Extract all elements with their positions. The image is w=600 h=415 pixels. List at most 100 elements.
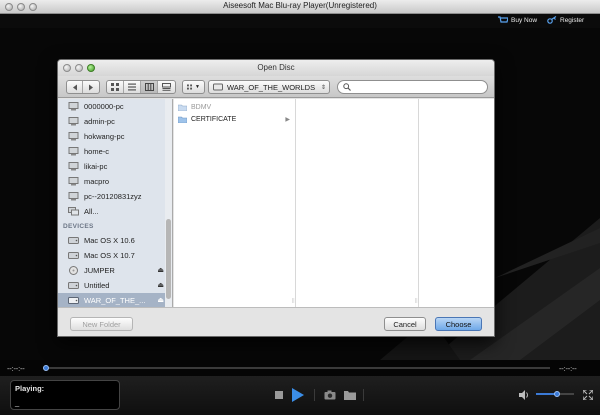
sidebar-scrollbar[interactable] <box>165 99 172 307</box>
play-icon <box>292 388 304 402</box>
file-item-label: BDMV <box>191 103 212 111</box>
computer-icon <box>68 132 79 141</box>
icon-view-button[interactable] <box>107 81 124 93</box>
file-item-bdmv[interactable]: BDMV <box>178 101 290 113</box>
drive-icon <box>213 83 223 91</box>
drive-icon <box>68 252 79 259</box>
open-disc-dialog: Open Disc ▼ WAR_OF_THE_WORLDS ⇕ 0000000-… <box>57 59 495 337</box>
sidebar-item-untitled[interactable]: Untitled ⏏ <box>58 278 168 293</box>
register-label: Register <box>560 16 585 24</box>
computer-icon <box>68 102 79 111</box>
computer-icon <box>68 147 79 156</box>
sidebar-item-all[interactable]: All... <box>58 204 168 219</box>
sidebar-item-label: 0000000-pc <box>84 102 124 111</box>
column-view-button[interactable] <box>141 81 158 93</box>
columns-icon <box>144 83 154 91</box>
sidebar-item-hokwang-pc[interactable]: hokwang-pc <box>58 129 168 144</box>
sidebar-item-admin-pc[interactable]: admin-pc <box>58 114 168 129</box>
chevron-left-icon <box>72 84 77 90</box>
sidebar-item-label: pc--20120831zyz <box>84 192 142 201</box>
column-resize-handle[interactable]: || <box>292 298 295 304</box>
sidebar-scroll-thumb[interactable] <box>166 219 171 299</box>
location-popup[interactable]: WAR_OF_THE_WORLDS ⇕ <box>208 80 330 94</box>
speaker-icon <box>518 389 528 400</box>
sidebar-item-label: admin-pc <box>84 117 115 126</box>
folder-icon <box>343 390 356 400</box>
sidebar-item-pc-20120831zyz[interactable]: pc--20120831zyz <box>58 189 168 204</box>
list-icon <box>128 83 136 91</box>
disc-icon <box>69 266 78 275</box>
sidebar-item-jumper[interactable]: JUMPER ⏏ <box>58 263 168 278</box>
sidebar-item-label: home-c <box>84 147 110 156</box>
arrange-menu[interactable]: ▼ <box>182 80 205 94</box>
computer-icon <box>68 117 79 126</box>
sidebar-item-war-of-the-worlds[interactable]: WAR_OF_THE_... ⏏ <box>58 293 168 307</box>
window-titlebar: Aiseesoft Mac Blu-ray Player(Unregistere… <box>0 0 600 14</box>
sidebar-item-label: Mac OS X 10.6 <box>84 236 135 245</box>
sidebar-item-label: macpro <box>84 177 110 186</box>
arrange-icon <box>187 84 193 90</box>
column-resize-handle[interactable]: || <box>415 298 418 304</box>
drive-icon <box>68 297 79 304</box>
devices-header: DEVICES <box>63 223 94 230</box>
buy-now-button[interactable]: Buy Now <box>498 16 537 24</box>
forward-button[interactable] <box>83 81 99 93</box>
cancel-button[interactable]: Cancel <box>384 317 426 331</box>
sidebar-item-macpro[interactable]: macpro <box>58 174 168 189</box>
search-input[interactable] <box>337 80 488 94</box>
time-row: --:--:-- --:--:-- <box>0 360 600 376</box>
browser-column-1: BDMV CERTIFICATE ▶ || <box>174 99 296 307</box>
stop-button[interactable] <box>274 390 284 400</box>
divider <box>314 389 315 401</box>
sidebar-item-likai-pc[interactable]: likai-pc <box>58 159 168 174</box>
sidebar-item-mac-os-x-10-7[interactable]: Mac OS X 10.7 <box>58 248 168 263</box>
nav-back-forward <box>66 80 100 94</box>
dialog-titlebar: Open Disc <box>58 60 494 76</box>
back-button[interactable] <box>67 81 84 93</box>
volume-slider[interactable] <box>536 391 574 397</box>
fullscreen-button[interactable] <box>582 389 593 400</box>
search-icon <box>343 83 351 91</box>
file-item-certificate[interactable]: CERTIFICATE ▶ <box>178 113 290 125</box>
stop-icon <box>275 391 283 399</box>
total-time: --:--:-- <box>559 364 577 373</box>
choose-button[interactable]: Choose <box>435 317 482 331</box>
computer-icon <box>68 162 79 171</box>
list-view-button[interactable] <box>124 81 141 93</box>
progress-knob[interactable] <box>43 365 49 371</box>
new-folder-button[interactable]: New Folder <box>70 317 133 331</box>
elapsed-time: --:--:-- <box>7 364 25 373</box>
coverflow-icon <box>162 83 171 91</box>
eject-icon[interactable]: ⏏ <box>157 296 164 304</box>
open-folder-button[interactable] <box>343 389 356 400</box>
register-button[interactable]: Register <box>547 16 584 24</box>
snapshot-button[interactable] <box>323 389 336 400</box>
sidebar-item-label: JUMPER <box>84 266 115 275</box>
dialog-title: Open Disc <box>257 63 295 72</box>
playing-value: _ <box>15 398 20 407</box>
key-icon <box>547 16 557 24</box>
sidebar-item-label: Mac OS X 10.7 <box>84 251 135 260</box>
dialog-toolbar: ▼ WAR_OF_THE_WORLDS ⇕ <box>58 76 494 98</box>
sidebar-item-mac-os-x-10-6[interactable]: Mac OS X 10.6 <box>58 233 168 248</box>
coverflow-view-button[interactable] <box>158 81 175 93</box>
folder-icon <box>178 104 187 111</box>
location-label: WAR_OF_THE_WORLDS <box>227 82 316 92</box>
sidebar-item-0000000-pc[interactable]: 0000000-pc <box>58 99 168 114</box>
cart-icon <box>498 16 508 23</box>
play-button[interactable] <box>291 387 305 403</box>
eject-icon[interactable]: ⏏ <box>157 281 164 289</box>
eject-icon[interactable]: ⏏ <box>157 266 164 274</box>
computer-icon <box>68 177 79 186</box>
playing-label: Playing: <box>15 384 45 393</box>
disclosure-arrow-icon: ▶ <box>285 116 290 123</box>
sidebar-item-home-c[interactable]: home-c <box>58 144 168 159</box>
divider <box>363 389 364 401</box>
sidebar-item-label: likai-pc <box>84 162 108 171</box>
volume-knob[interactable] <box>553 391 560 397</box>
computer-icon <box>68 192 79 201</box>
progress-track[interactable] <box>44 367 550 369</box>
volume-button[interactable] <box>518 389 530 400</box>
view-mode-selector <box>106 80 176 94</box>
sidebar-item-label: hokwang-pc <box>84 132 125 141</box>
